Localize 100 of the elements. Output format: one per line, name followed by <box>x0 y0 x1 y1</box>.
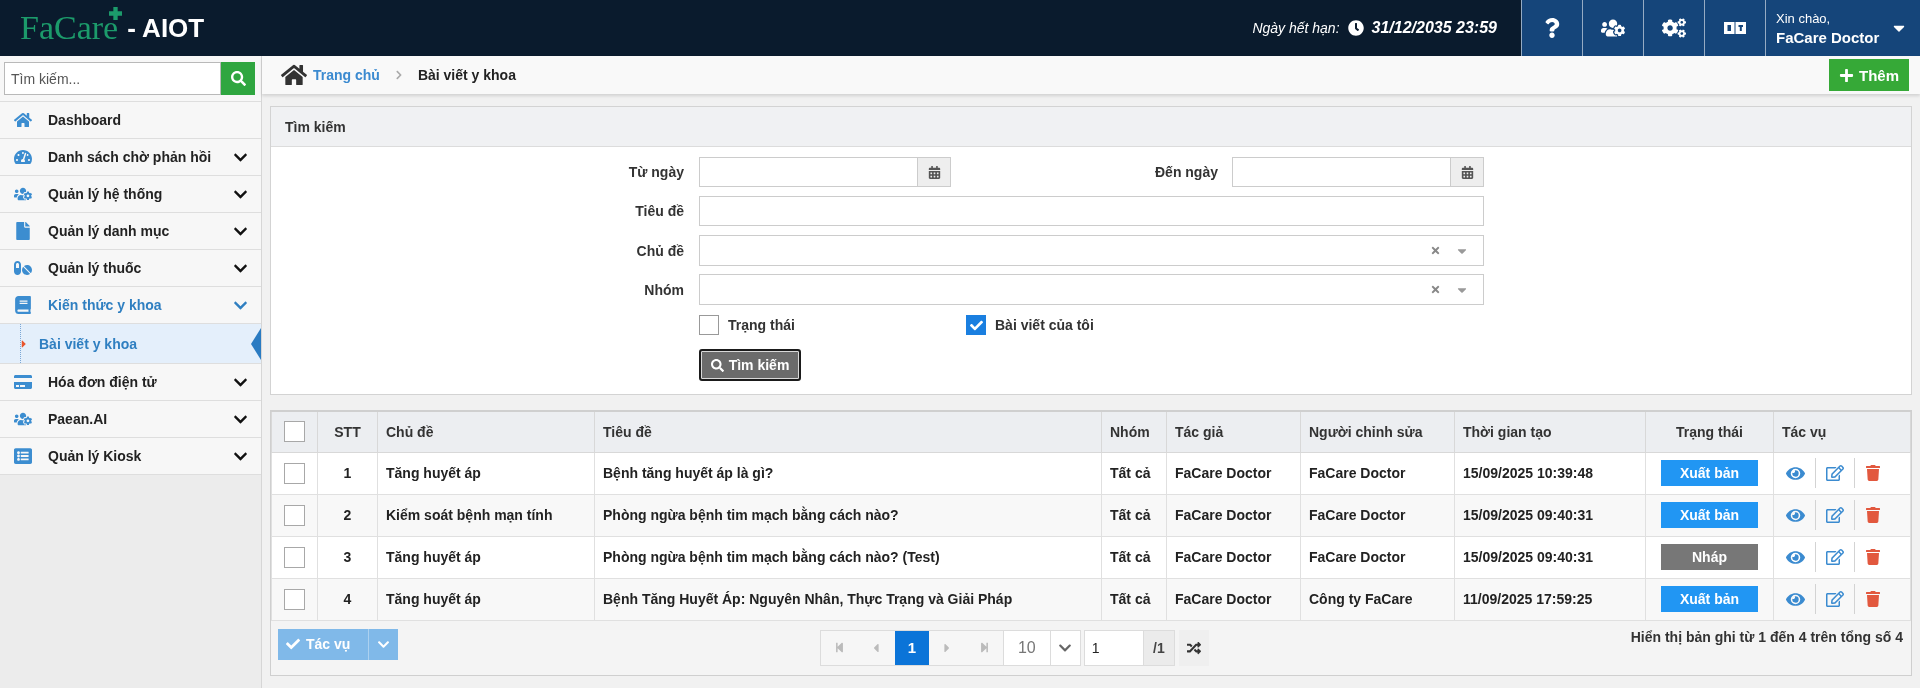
column-header: Tác vụ <box>1773 412 1911 452</box>
calendar-icon <box>1460 165 1474 179</box>
sidebar-item[interactable]: Hóa đơn điện tử <box>0 364 261 401</box>
table-cell: 11/09/2025 17:59:25 <box>1454 578 1646 620</box>
page-size-select[interactable]: 10 <box>1003 629 1081 666</box>
trash-icon[interactable] <box>1865 549 1881 565</box>
status-badge: Nháp <box>1661 544 1758 570</box>
checkbox[interactable] <box>966 315 986 335</box>
split-card-icon <box>1724 22 1746 34</box>
table-cell: 15/09/2025 09:40:31 <box>1454 536 1646 578</box>
settings-icon <box>1662 16 1686 40</box>
logo-text: FaCare <box>20 11 119 45</box>
status-badge: Xuất bản <box>1661 502 1758 528</box>
text-field[interactable] <box>699 196 1484 226</box>
clear-icon <box>1430 245 1441 256</box>
table-cell: Tăng huyết áp <box>377 536 595 578</box>
sidebar-item[interactable]: Dashboard <box>0 102 261 139</box>
table-cell: Tất cả <box>1101 536 1167 578</box>
trash-icon[interactable] <box>1865 465 1881 481</box>
sidebar-item[interactable]: Quản lý danh mục <box>0 213 261 250</box>
settings-button[interactable] <box>1643 0 1704 56</box>
column-header: STT <box>317 412 378 452</box>
edit-icon[interactable] <box>1826 506 1844 524</box>
table-cell: FaCare Doctor <box>1166 578 1301 620</box>
checkbox[interactable] <box>699 315 719 335</box>
sidebar-item[interactable]: Quản lý hệ thống <box>0 176 261 213</box>
calendar-button[interactable] <box>1450 157 1484 187</box>
calendar-button[interactable] <box>917 157 951 187</box>
table-cell: Bệnh tăng huyết áp là gì? <box>594 452 1102 494</box>
table-cell: 15/09/2025 09:40:31 <box>1454 494 1646 536</box>
users-button[interactable] <box>1582 0 1643 56</box>
search-icon <box>710 358 724 372</box>
breadcrumb-current: Bài viết y khoa <box>417 67 516 83</box>
pills-icon <box>14 259 32 277</box>
table-cell: Tăng huyết áp <box>377 578 595 620</box>
table-cell: 1 <box>317 452 378 494</box>
table-cell: 4 <box>317 578 378 620</box>
sidebar-item[interactable]: Quản lý Kiosk <box>0 438 261 475</box>
status-badge: Xuất bản <box>1661 586 1758 612</box>
clear-icon <box>1430 284 1441 295</box>
help-button[interactable] <box>1521 0 1582 56</box>
search-submit-button[interactable]: Tìm kiếm <box>699 349 801 381</box>
check-icon <box>286 637 300 651</box>
table-cell: 3 <box>317 536 378 578</box>
product-name: - AIOT <box>127 12 205 44</box>
table-cell: Phòng ngừa bệnh tim mạch bằng cách nào? (Test) <box>594 536 1102 578</box>
date-field[interactable] <box>1232 157 1450 187</box>
checkbox-label: Trạng thái <box>728 317 795 333</box>
file-icon <box>14 222 32 240</box>
sidebar-item[interactable]: Danh sách chờ phản hồi <box>0 139 261 176</box>
select-field[interactable] <box>699 274 1484 305</box>
table-cell: FaCare Doctor <box>1166 494 1301 536</box>
date-field[interactable] <box>699 157 917 187</box>
edit-icon[interactable] <box>1826 464 1844 482</box>
table-cell: Tất cả <box>1101 452 1167 494</box>
table-cell: FaCare Doctor <box>1300 536 1455 578</box>
step-backward-icon <box>833 642 845 653</box>
users-gear-icon <box>14 410 32 428</box>
sidebar-item[interactable]: Quản lý thuốc <box>0 250 261 287</box>
step-forward-icon <box>978 642 990 653</box>
column-header: Nhóm <box>1101 412 1167 452</box>
edit-icon[interactable] <box>1826 548 1844 566</box>
trash-icon[interactable] <box>1865 591 1881 607</box>
trash-icon[interactable] <box>1865 507 1881 523</box>
row-checkbox[interactable] <box>284 546 305 568</box>
search-field[interactable]: Tìm kiếm... <box>4 62 221 95</box>
clock-icon <box>1347 20 1364 36</box>
field-label: Tiêu đề <box>634 203 684 219</box>
select-all-checkbox[interactable] <box>284 421 305 443</box>
go-button[interactable] <box>1178 629 1209 666</box>
table-cell: Tăng huyết áp <box>377 452 595 494</box>
page-button[interactable]: 1 <box>894 630 929 665</box>
triangle-icon <box>251 327 261 360</box>
sidebar-subitem[interactable]: Bài viết y khoa <box>0 324 261 364</box>
table-cell: Phòng ngừa bệnh tim mạch bằng cách nào? <box>594 494 1102 536</box>
table-cell: Tất cả <box>1101 494 1167 536</box>
search-icon <box>230 71 246 86</box>
language-button[interactable] <box>1704 0 1765 56</box>
credit-card-icon <box>14 373 32 391</box>
table-cell: FaCare Doctor <box>1300 494 1455 536</box>
status-badge: Xuất bản <box>1661 460 1758 486</box>
edit-icon[interactable] <box>1826 590 1844 608</box>
row-checkbox[interactable] <box>284 462 305 484</box>
row-checkbox[interactable] <box>284 588 305 610</box>
page-input[interactable]: 1 <box>1083 629 1144 666</box>
column-header: Trạng thái <box>1645 412 1774 452</box>
select-field[interactable] <box>699 235 1484 266</box>
table-cell: 15/09/2025 10:39:48 <box>1454 452 1646 494</box>
row-checkbox[interactable] <box>284 504 305 526</box>
column-header: Tác giả <box>1166 412 1301 452</box>
user-menu[interactable]: Xin chào, FaCare Doctor <box>1765 0 1920 56</box>
table-cell: Công ty FaCare <box>1300 578 1455 620</box>
shuffle-icon <box>1186 640 1201 655</box>
check-icon <box>969 318 983 332</box>
sidebar-item[interactable]: Paean.AI <box>0 401 261 438</box>
calendar-icon <box>927 165 941 179</box>
search-button[interactable] <box>221 62 255 95</box>
sidebar-item[interactable]: Kiến thức y khoa <box>0 287 261 324</box>
home-icon <box>281 62 307 88</box>
column-header: Tiêu đề <box>594 412 1102 452</box>
